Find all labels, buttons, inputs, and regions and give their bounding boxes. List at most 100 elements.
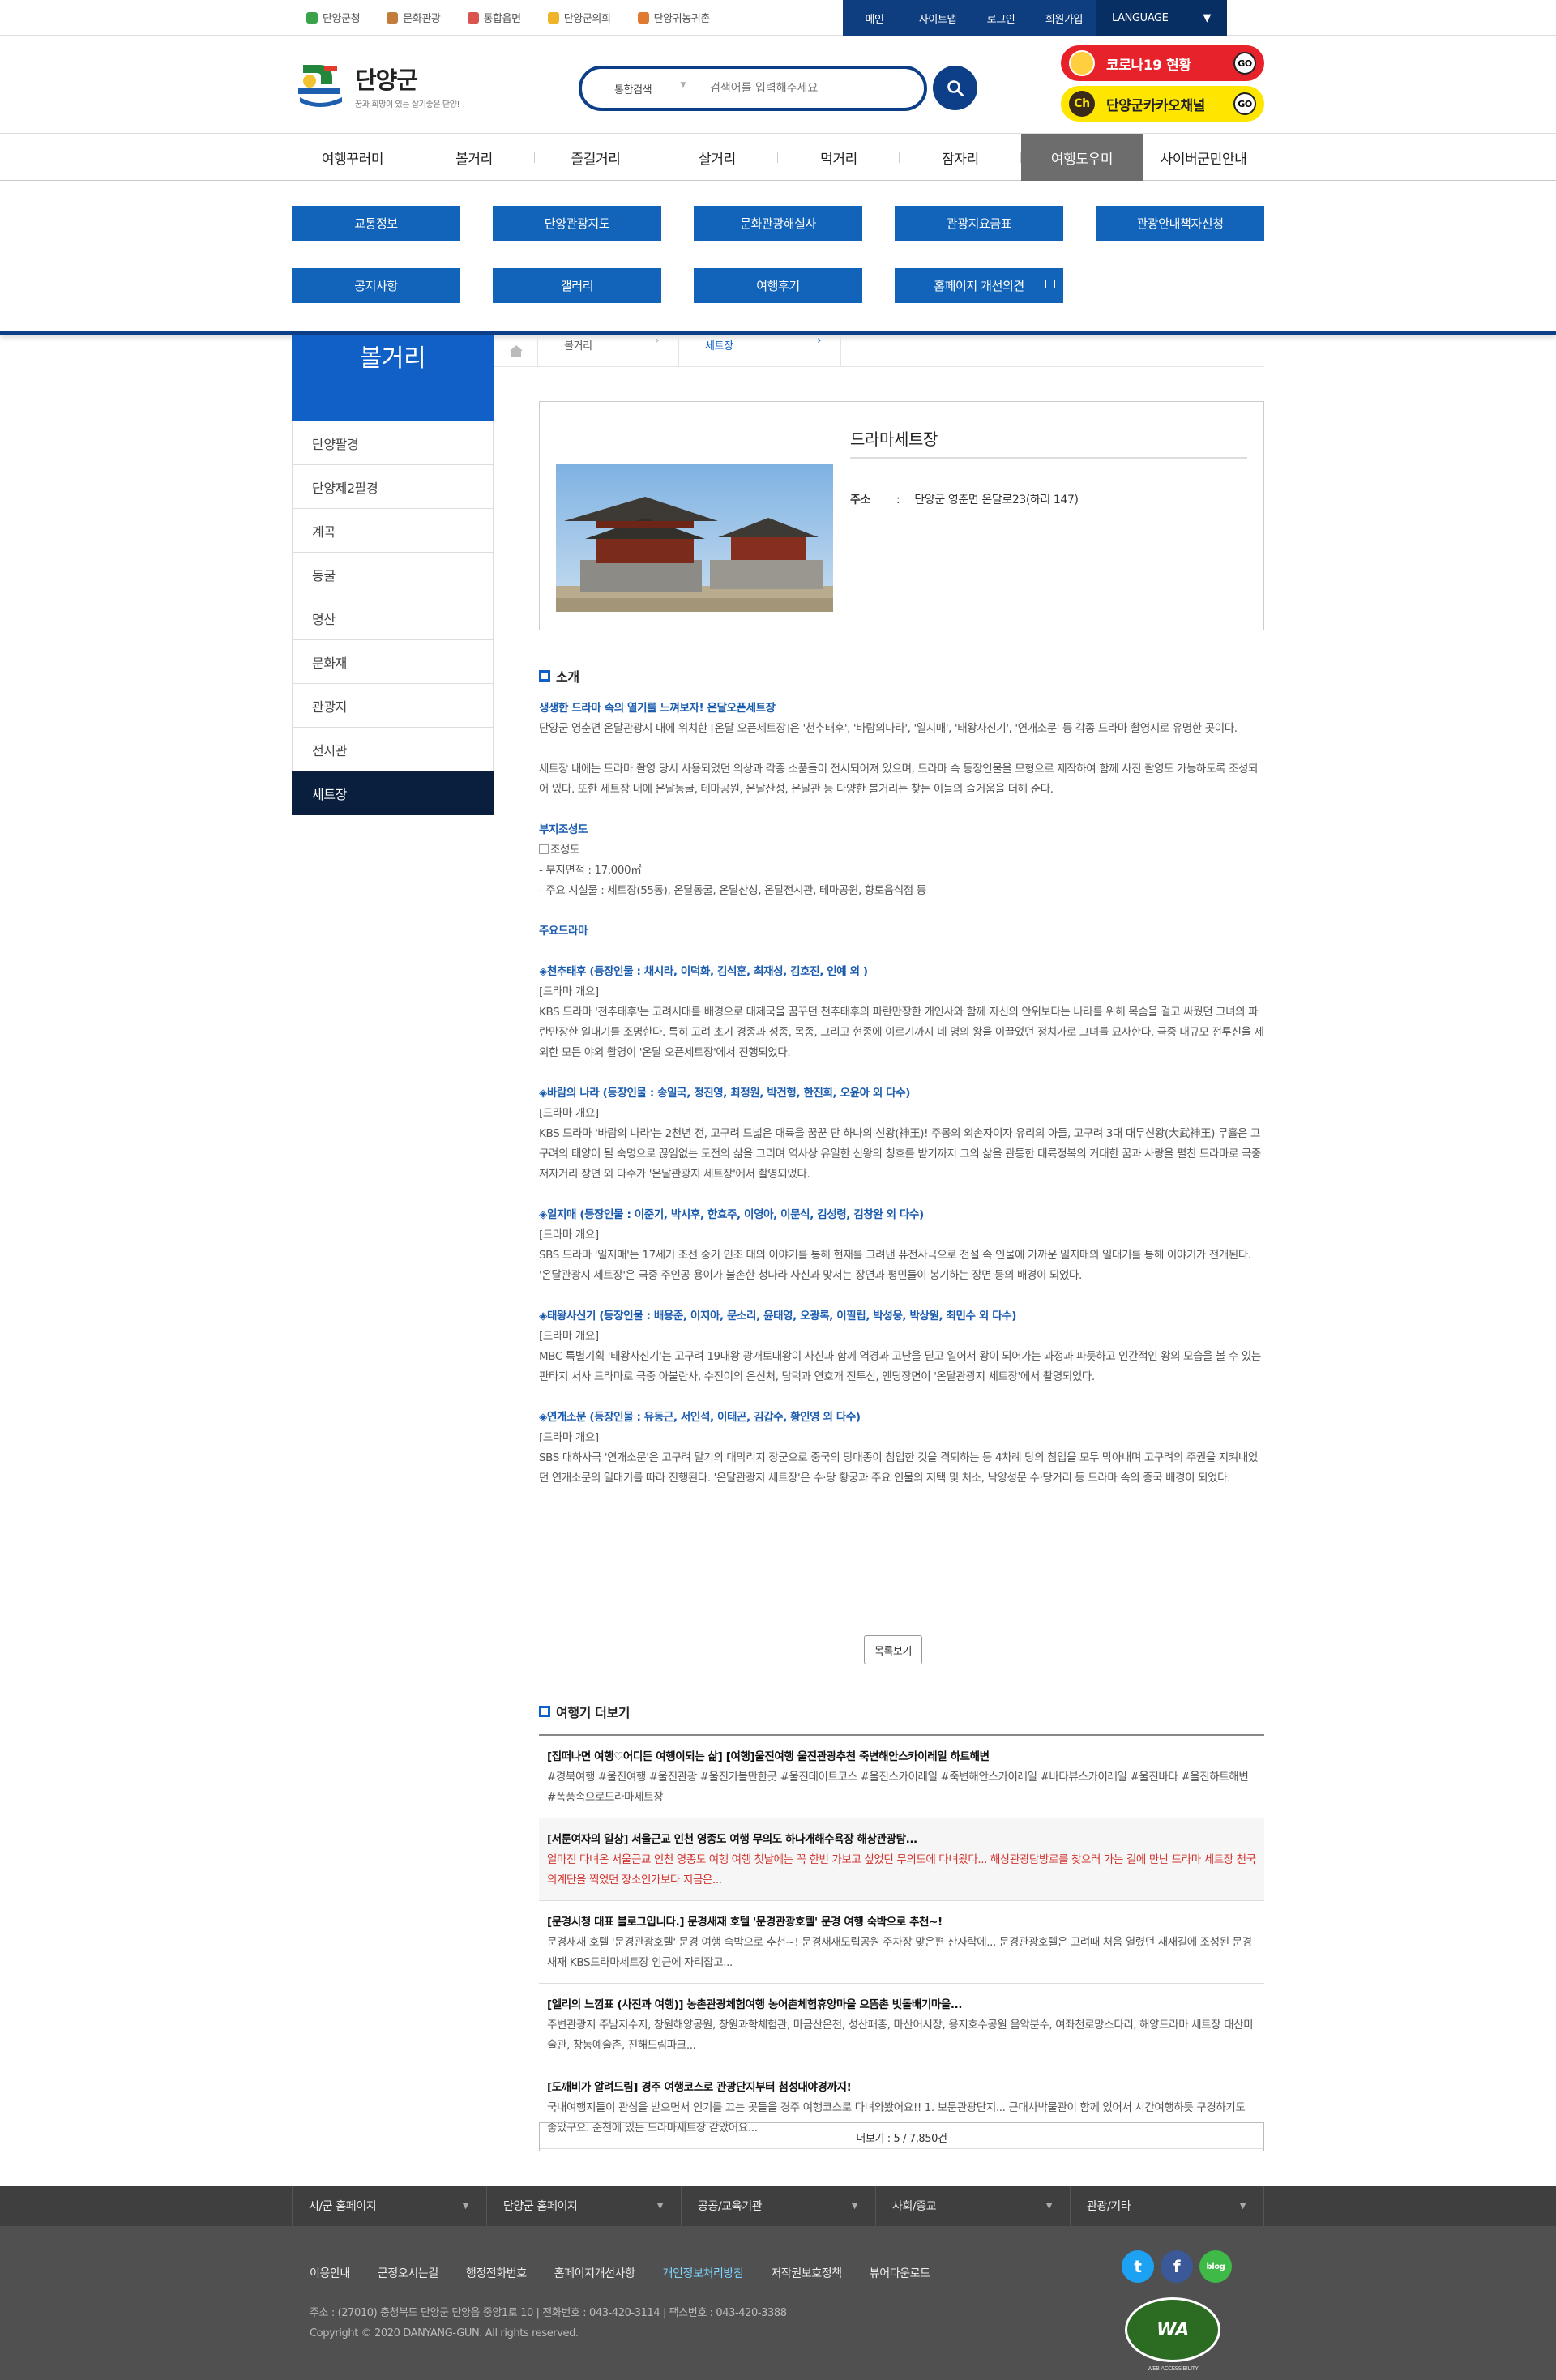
chevron-right-icon: › [817, 335, 821, 347]
top-bar: 단양군청 문화관광 통합읍면 단양군의회 단양귀농귀촌 메인 사이트맵 로그인 … [0, 0, 1556, 36]
nav-cyber-guide[interactable]: 사이버군민안내 [1143, 134, 1264, 181]
side-item-danyang-8[interactable]: 단양팔경 [292, 421, 494, 465]
blog-list: [집떠나면 여행♡어디든 여행이되는 삶] [여행]울진여행 울진관광추천 죽변… [539, 1734, 1264, 2149]
blog-item-body: 주변관광지 주남저수지, 창원해양공원, 창원과학체험관, 마금산온천, 성산패… [547, 2019, 1254, 2052]
blog-heading: 여행기 더보기 [539, 1702, 630, 1721]
covid-mascot-icon [1069, 50, 1095, 76]
select-label: 관광/기타 [1087, 2200, 1131, 2213]
login-link[interactable]: 로그인 [969, 0, 1032, 36]
drama-text: KBS 드라마 '바람의 나라'는 2천년 전, 고구려 드넓은 대륙을 꿈꾼 … [539, 1127, 1261, 1181]
footer-link-usage[interactable]: 이용안내 [310, 2265, 350, 2281]
side-item-heritage[interactable]: 문화재 [292, 640, 494, 684]
culture-tour-icon [387, 11, 399, 24]
more-blogs-button[interactable]: 더보기 : 5 / 7,850건 [539, 2122, 1264, 2151]
submenu-gallery[interactable]: 갤러리 [493, 268, 661, 303]
side-item-valleys[interactable]: 계곡 [292, 509, 494, 553]
intro-lead: 생생한 드라마 속의 열기를 느껴보자! 온달오픈세트장 [539, 702, 776, 715]
blog-item[interactable]: [집떠나면 여행♡어디든 여행이되는 삶] [여행]울진여행 울진관광추천 죽변… [539, 1736, 1264, 1818]
select-city-sites[interactable]: 시/군 홈페이지 ▼ [292, 2186, 486, 2226]
kakao-channel-button[interactable]: Ch 단양군카카오채널 GO [1061, 86, 1264, 122]
intro-paragraph-2: 세트장 내에는 드라마 촬영 당시 사용되었던 의상과 각종 소품들이 전시되어… [539, 763, 1259, 796]
link-town-offices[interactable]: 통합읍면 [467, 10, 521, 25]
search-input[interactable] [710, 82, 896, 95]
select-social-sites[interactable]: 사회/종교 ▼ [875, 2186, 1070, 2226]
submenu-brochure[interactable]: 관광안내책자신청 [1096, 206, 1264, 241]
footer-link-phonebook[interactable]: 행정전화번호 [466, 2265, 527, 2281]
nav-activities[interactable]: 즐길거리 [535, 134, 656, 181]
submenu-guide[interactable]: 문화관광해설사 [694, 206, 862, 241]
select-danyang-sites[interactable]: 단양군 홈페이지 ▼ [486, 2186, 681, 2226]
wa-mark-caption: WEB ACCESSIBILITY [1147, 2365, 1199, 2372]
side-item-danyang-8-second[interactable]: 단양제2팔경 [292, 465, 494, 509]
nav-food[interactable]: 먹거리 [778, 134, 900, 181]
nav-travel-helper[interactable]: 여행도우미 [1021, 134, 1143, 181]
nav-lodging[interactable]: 잠자리 [900, 134, 1021, 181]
sitemap-link[interactable]: 사이트맵 [906, 0, 969, 36]
drama-text: KBS 드라마 '천추태후'는 고려시대를 배경으로 대제국을 꿈꾸던 천추태후… [539, 1006, 1264, 1059]
breadcrumb-level2-label: 세트장 [705, 340, 733, 353]
logo-name: 단양군 [355, 66, 418, 94]
language-select[interactable]: LANGUAGE ▼ [1096, 0, 1227, 36]
footer-link-viewer[interactable]: 뷰어다운로드 [870, 2265, 930, 2281]
submenu-notice[interactable]: 공지사항 [292, 268, 460, 303]
side-item-attractions[interactable]: 관광지 [292, 684, 494, 728]
select-label: 공공/교육기관 [698, 2200, 763, 2213]
breadcrumb-level2[interactable]: 세트장 › [679, 335, 841, 367]
nav-travel-package[interactable]: 여행꾸러미 [292, 134, 413, 181]
blog-item-title: [집떠나면 여행♡어디든 여행이되는 삶] [여행]울진여행 울진관광추천 죽변… [547, 1750, 990, 1763]
council-icon [547, 11, 559, 24]
submenu-fees[interactable]: 관광지요금표 [895, 206, 1063, 241]
submenu-reviews[interactable]: 여행후기 [694, 268, 862, 303]
footer-address: 주소 : (27010) 충청북도 단양군 단양읍 중앙1로 10 | 전화번호… [310, 2307, 787, 2319]
search-scope-select[interactable]: 통합검색 ▼ [614, 81, 695, 96]
drama-text: MBC 특별기획 '태왕사신기'는 고구려 19대왕 광개토대왕이 사신과 함께… [539, 1350, 1261, 1383]
side-item-sets[interactable]: 세트장 [292, 771, 494, 815]
blog-item-body: 문경새재 호텔 '문경관광호텔' 문경 여행 숙박으로 추천~! 문경새재도립공… [547, 1936, 1252, 1969]
link-farming[interactable]: 단양귀농귀촌 [637, 10, 710, 25]
breadcrumb-level1[interactable]: 볼거리 › [538, 335, 679, 367]
covid-status-button[interactable]: 코로나19 현황 GO [1061, 45, 1264, 81]
link-county-office[interactable]: 단양군청 [306, 10, 361, 25]
select-label: 시/군 홈페이지 [309, 2200, 377, 2213]
drama-overview-label: [드라마 개요] [539, 1431, 599, 1444]
side-item-exhibitions[interactable]: 전시관 [292, 728, 494, 771]
footer-link-directions[interactable]: 군정오시는길 [378, 2265, 438, 2281]
address-value: 단양군 영춘면 온달로23(하리 147) [914, 494, 1079, 506]
list-button[interactable]: 목록보기 [864, 1635, 922, 1664]
blog-item[interactable]: [엘리의 느낌표 (사진과 여행)] 농촌관광체험여행 농어촌체험휴양마을 으뜸… [539, 1984, 1264, 2066]
blog-icon[interactable]: blog [1199, 2250, 1232, 2283]
side-item-mountains[interactable]: 명산 [292, 596, 494, 640]
select-public-sites[interactable]: 공공/교육기관 ▼ [681, 2186, 875, 2226]
triangle-down-icon: ▼ [851, 2201, 858, 2211]
blog-item[interactable]: [문경시청 대표 블로그입니다.] 문경새재 호텔 '문경관광호텔' 문경 여행… [539, 1901, 1264, 1984]
nav-shopping[interactable]: 살거리 [656, 134, 778, 181]
link-council[interactable]: 단양군의회 [547, 10, 611, 25]
footer-link-privacy[interactable]: 개인정보처리방침 [663, 2265, 744, 2281]
drama-overview-label: [드라마 개요] [539, 1330, 599, 1343]
header: 단양군 꿈과 희망이 있는 살기좋은 단양! 통합검색 ▼ 코로나19 현황 GO… [0, 36, 1556, 133]
blog-item[interactable]: [서툰여자의 일상] 서울근교 인천 영종도 여행 무의도 하나개해수욕장 해상… [539, 1818, 1264, 1901]
side-item-caves[interactable]: 동굴 [292, 553, 494, 596]
link-culture-tour[interactable]: 문화관광 [387, 10, 441, 25]
intro-heading-label: 소개 [556, 669, 579, 685]
twitter-icon[interactable]: t [1122, 2250, 1154, 2283]
breadcrumb: 볼거리 › 세트장 › [494, 335, 1264, 367]
submenu-tour-map[interactable]: 단양관광지도 [493, 206, 661, 241]
drama-title: ◈천추태후 (등장인물 : 채시라, 이덕화, 김석훈, 최재성, 김호진, 인… [539, 965, 868, 978]
drama-overview-label: [드라마 개요] [539, 1107, 599, 1120]
select-tour-sites[interactable]: 관광/기타 ▼ [1070, 2186, 1264, 2226]
join-link[interactable]: 회원가입 [1032, 0, 1096, 36]
submenu-traffic[interactable]: 교통정보 [292, 206, 460, 241]
search-button[interactable] [933, 66, 977, 110]
nav-sights[interactable]: 볼거리 [413, 134, 535, 181]
footer-site-selects: 시/군 홈페이지 ▼ 단양군 홈페이지 ▼ 공공/교육기관 ▼ 사회/종교 ▼ 관광/기… [0, 2186, 1556, 2226]
site-logo[interactable]: 단양군 꿈과 희망이 있는 살기좋은 단양! [292, 60, 460, 110]
home-icon[interactable] [494, 335, 538, 367]
footer-link-improvements[interactable]: 홈페이지개선사항 [554, 2265, 635, 2281]
submenu-feedback[interactable]: 홈페이지 개선의견 [895, 268, 1063, 303]
triangle-down-icon: ▼ [1239, 2201, 1246, 2211]
footer-link-copyright[interactable]: 저작권보호정책 [771, 2265, 842, 2281]
main-link[interactable]: 메인 [843, 0, 906, 36]
go-badge: GO [1233, 52, 1256, 75]
facebook-icon[interactable]: f [1161, 2250, 1193, 2283]
